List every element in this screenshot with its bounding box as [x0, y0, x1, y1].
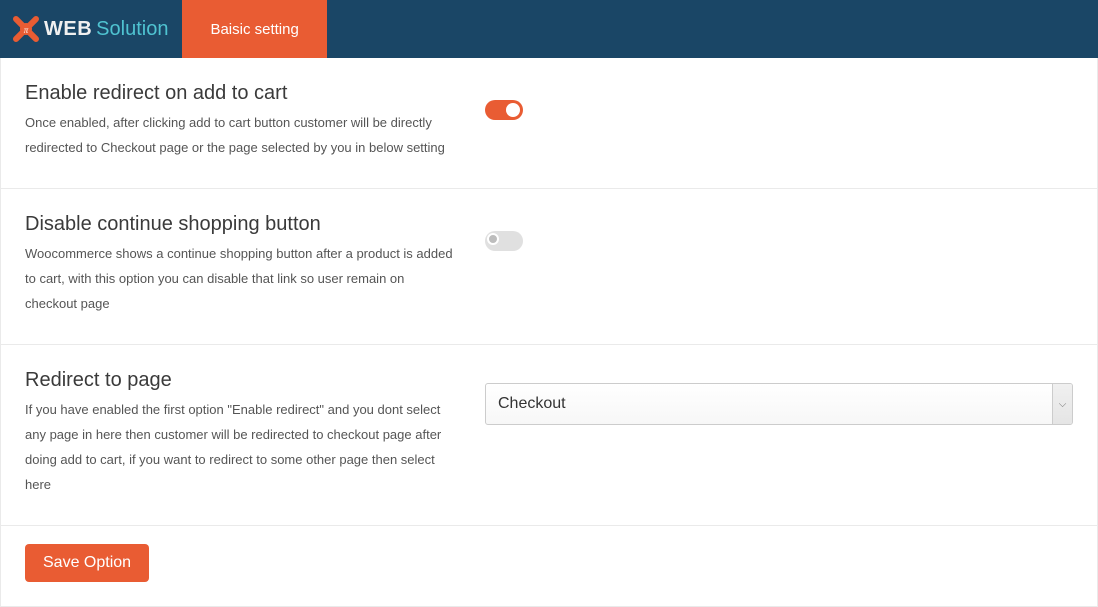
logo-text-solution: Solution [96, 18, 168, 41]
logo: π WEB Solution [0, 0, 182, 58]
setting-enable-redirect-title: Enable redirect on add to cart [25, 82, 455, 105]
logo-icon: π [12, 15, 40, 43]
setting-redirect-page-title: Redirect to page [25, 369, 455, 392]
setting-redirect-page-control: Checkout ⌵ [485, 369, 1073, 425]
select-dropdown-button: ⌵ [1052, 384, 1072, 424]
toggle-disable-continue[interactable] [485, 231, 523, 251]
save-button[interactable]: Save Option [25, 544, 149, 582]
header-bar: π WEB Solution Baisic setting [0, 0, 1098, 58]
redirect-page-select-value: Checkout [498, 395, 566, 413]
chevron-down-icon: ⌵ [1059, 399, 1067, 410]
settings-panel: Enable redirect on add to cart Once enab… [0, 58, 1098, 607]
toggle-knob [506, 103, 520, 117]
setting-redirect-page-desc: If you have enabled the first option "En… [25, 398, 455, 497]
setting-enable-redirect-info: Enable redirect on add to cart Once enab… [25, 82, 485, 160]
footer-actions: Save Option [1, 526, 1097, 606]
setting-enable-redirect-control [485, 82, 1073, 125]
toggle-knob [487, 233, 499, 245]
logo-text-web: WEB [44, 18, 92, 41]
toggle-enable-redirect[interactable] [485, 100, 523, 120]
redirect-page-select[interactable]: Checkout ⌵ [485, 383, 1073, 425]
setting-redirect-page: Redirect to page If you have enabled the… [1, 345, 1097, 526]
setting-enable-redirect: Enable redirect on add to cart Once enab… [1, 58, 1097, 189]
setting-disable-continue-title: Disable continue shopping button [25, 213, 455, 236]
setting-disable-continue-control [485, 213, 1073, 256]
setting-disable-continue-desc: Woocommerce shows a continue shopping bu… [25, 242, 455, 316]
setting-redirect-page-info: Redirect to page If you have enabled the… [25, 369, 485, 497]
svg-text:π: π [24, 25, 29, 35]
tab-basic-setting[interactable]: Baisic setting [182, 0, 326, 58]
setting-enable-redirect-desc: Once enabled, after clicking add to cart… [25, 111, 455, 160]
setting-disable-continue-info: Disable continue shopping button Woocomm… [25, 213, 485, 316]
setting-disable-continue: Disable continue shopping button Woocomm… [1, 189, 1097, 345]
